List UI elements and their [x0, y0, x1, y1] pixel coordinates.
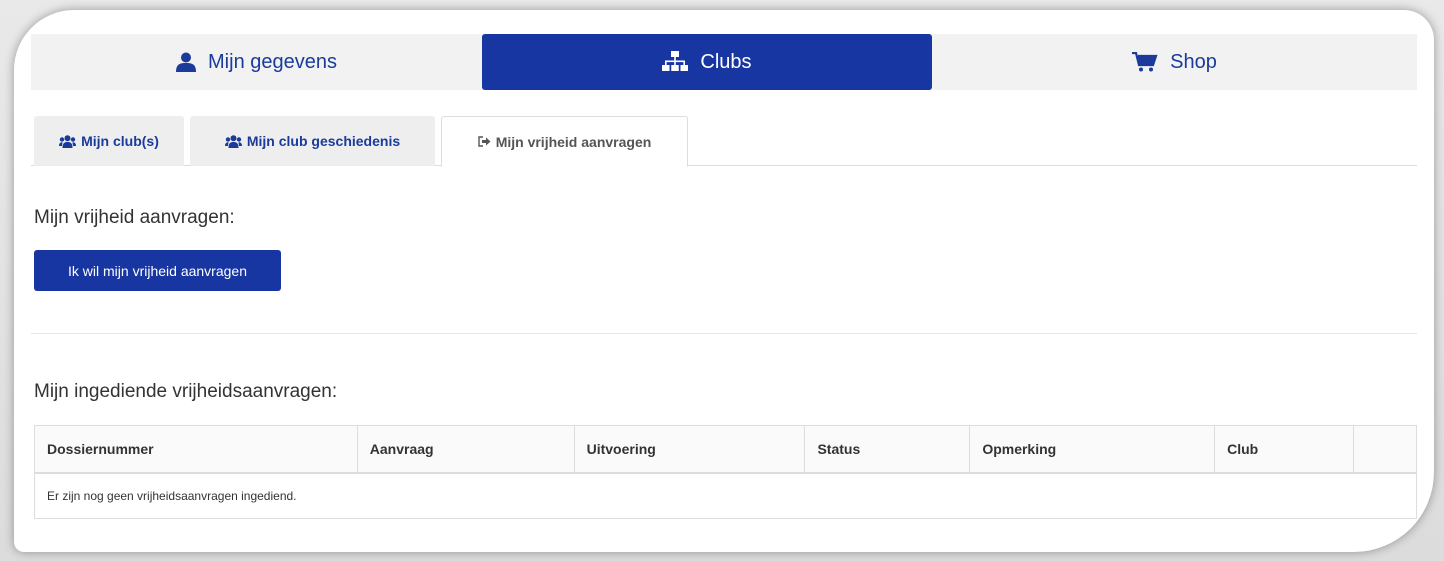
section-title: Mijn vrijheid aanvragen: — [34, 207, 235, 228]
tab-mijn-clubs[interactable]: Mijn club(s) — [34, 116, 184, 166]
request-freedom-button[interactable]: Ik wil mijn vrijheid aanvragen — [34, 250, 281, 291]
nav-item-label: Mijn gegevens — [208, 50, 337, 73]
requests-table: Dossiernummer Aanvraag Uitvoering Status… — [34, 425, 1417, 519]
table-row: Er zijn nog geen vrijheidsaanvragen inge… — [34, 472, 1417, 519]
nav-item-label: Shop — [1170, 50, 1217, 73]
column-header-status: Status — [804, 425, 971, 474]
column-header-uitvoering: Uitvoering — [573, 425, 806, 474]
users-icon — [59, 134, 77, 148]
tab-label: Mijn club(s) — [81, 133, 159, 149]
nav-item-clubs[interactable]: Clubs — [482, 34, 932, 90]
tab-label: Mijn club geschiedenis — [246, 133, 401, 149]
page-card: Mijn gegevens Clubs Shop Mijn club(s) Mi… — [14, 10, 1434, 552]
table-header-row: Dossiernummer Aanvraag Uitvoering Status… — [34, 425, 1417, 474]
cart-icon — [1132, 52, 1158, 72]
tab-mijn-vrijheid-aanvragen[interactable]: Mijn vrijheid aanvragen — [441, 116, 688, 167]
user-icon — [176, 52, 197, 72]
tab-label: Mijn vrijheid aanvragen — [495, 133, 652, 150]
column-header-opmerking: Opmerking — [969, 425, 1216, 474]
screenshot-frame: Mijn gegevens Clubs Shop Mijn club(s) Mi… — [0, 0, 1444, 561]
sign-out-icon — [477, 136, 491, 147]
top-navigation: Mijn gegevens Clubs Shop — [31, 34, 1417, 90]
nav-item-label: Clubs — [700, 50, 752, 73]
tab-mijn-club-geschiedenis[interactable]: Mijn club geschiedenis — [190, 116, 435, 166]
column-header-actions — [1353, 425, 1417, 474]
page-content: Mijn gegevens Clubs Shop Mijn club(s) Mi… — [31, 34, 1417, 552]
users-icon — [224, 134, 242, 148]
club-subtabs: Mijn club(s) Mijn club geschiedenis Mijn… — [31, 116, 1417, 167]
section-divider — [31, 333, 1417, 334]
column-header-aanvraag: Aanvraag — [356, 425, 575, 474]
submitted-requests-title: Mijn ingediende vrijheidsaanvragen: — [34, 381, 338, 402]
sitemap-icon — [662, 51, 689, 73]
nav-item-shop[interactable]: Shop — [932, 34, 1417, 90]
column-header-club: Club — [1214, 425, 1355, 474]
nav-item-mijn-gegevens[interactable]: Mijn gegevens — [31, 34, 482, 90]
empty-table-message: Er zijn nog geen vrijheidsaanvragen inge… — [34, 472, 1417, 519]
column-header-dossiernummer: Dossiernummer — [34, 425, 358, 474]
